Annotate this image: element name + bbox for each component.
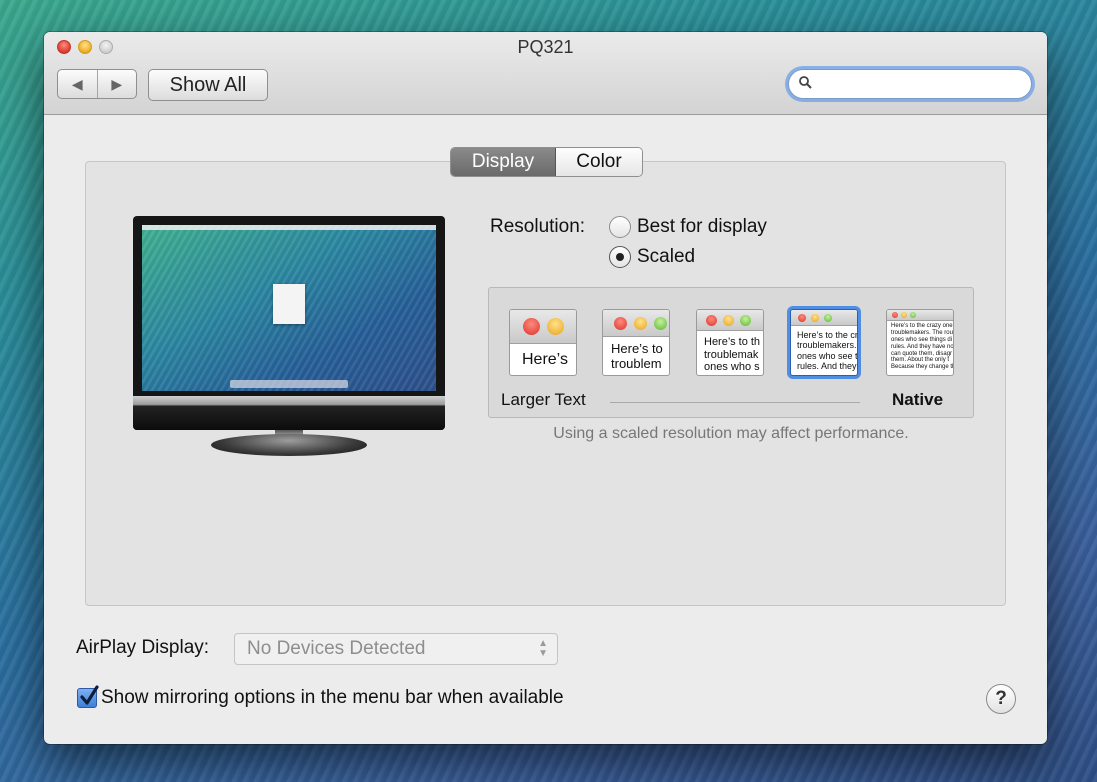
monitor-chin xyxy=(133,396,445,430)
search-field[interactable] xyxy=(788,69,1032,99)
scale-option-2[interactable]: Here’s to troublem xyxy=(602,309,670,376)
screen-document xyxy=(273,284,305,324)
tab-bar: Display Color xyxy=(450,147,643,177)
minimize-icon xyxy=(811,314,819,322)
popup-arrows-icon: ▲ ▼ xyxy=(538,638,548,659)
scale-option-3-text: Here’s to th troublemak ones who s xyxy=(704,336,761,374)
scale-option-4[interactable]: Here’s to the cr troublemakers. ones who… xyxy=(790,309,858,376)
radio-scaled-label[interactable]: Scaled xyxy=(637,246,695,268)
radio-best-for-display[interactable] xyxy=(609,216,631,238)
radio-best-for-display-label[interactable]: Best for display xyxy=(637,216,767,238)
monitor-stand xyxy=(211,434,367,456)
mirroring-label[interactable]: Show mirroring options in the menu bar w… xyxy=(101,687,564,709)
scale-option-5-text: Here’s to the crazy one troublemakers. T… xyxy=(891,323,954,371)
scale-option-3[interactable]: Here’s to th troublemak ones who s xyxy=(696,309,764,376)
screen-dock xyxy=(230,380,348,388)
close-icon xyxy=(892,312,898,318)
forward-arrow-icon[interactable]: ▶ xyxy=(98,70,137,98)
scale-option-5[interactable]: Here’s to the crazy one troublemakers. T… xyxy=(886,309,954,376)
screen-menubar xyxy=(142,225,436,230)
close-icon xyxy=(706,315,717,326)
mirroring-checkbox[interactable] xyxy=(77,685,99,708)
zoom-icon xyxy=(824,314,832,322)
airplay-display-popup[interactable]: No Devices Detected ▲ ▼ xyxy=(234,633,558,665)
minimize-icon xyxy=(901,312,907,318)
larger-text-label: Larger Text xyxy=(501,390,586,409)
toolbar: PQ321 ◀ ▶ Show All xyxy=(44,32,1047,115)
preferences-window: PQ321 ◀ ▶ Show All Display Color Resolut xyxy=(44,32,1047,744)
show-all-button[interactable]: Show All xyxy=(148,69,268,101)
magnifier-icon xyxy=(799,76,812,89)
zoom-icon xyxy=(654,317,667,330)
zoom-icon xyxy=(740,315,751,326)
tab-color[interactable]: Color xyxy=(556,148,642,176)
native-label: Native xyxy=(892,390,944,409)
back-arrow-icon[interactable]: ◀ xyxy=(58,70,98,98)
search-input[interactable] xyxy=(821,73,1025,97)
airplay-display-label: AirPlay Display: xyxy=(76,637,210,658)
scale-option-2-text: Here’s to troublem xyxy=(611,341,663,371)
scale-option-1-text: Here’s xyxy=(522,351,568,368)
performance-note: Using a scaled resolution may affect per… xyxy=(553,425,909,442)
minimize-icon xyxy=(723,315,734,326)
back-forward-control: ◀ ▶ xyxy=(57,69,137,99)
checkmark-icon xyxy=(80,685,99,705)
minimize-icon xyxy=(634,317,647,330)
radio-scaled[interactable] xyxy=(609,246,631,268)
resolution-label: Resolution: xyxy=(490,216,586,237)
close-icon xyxy=(798,314,806,322)
window-title: PQ321 xyxy=(517,37,574,57)
airplay-display-value: No Devices Detected xyxy=(247,638,426,659)
help-button[interactable]: ? xyxy=(986,684,1016,714)
display-monitor-image xyxy=(133,216,445,456)
scale-option-4-text: Here’s to the cr troublemakers. ones who… xyxy=(797,330,858,372)
scale-track xyxy=(610,402,860,403)
minimize-icon xyxy=(547,318,564,335)
zoom-icon xyxy=(910,312,916,318)
tab-display[interactable]: Display xyxy=(451,148,556,176)
close-icon xyxy=(523,318,540,335)
scale-option-1[interactable]: Here’s xyxy=(509,309,577,376)
close-icon xyxy=(614,317,627,330)
monitor-screen xyxy=(142,225,436,391)
